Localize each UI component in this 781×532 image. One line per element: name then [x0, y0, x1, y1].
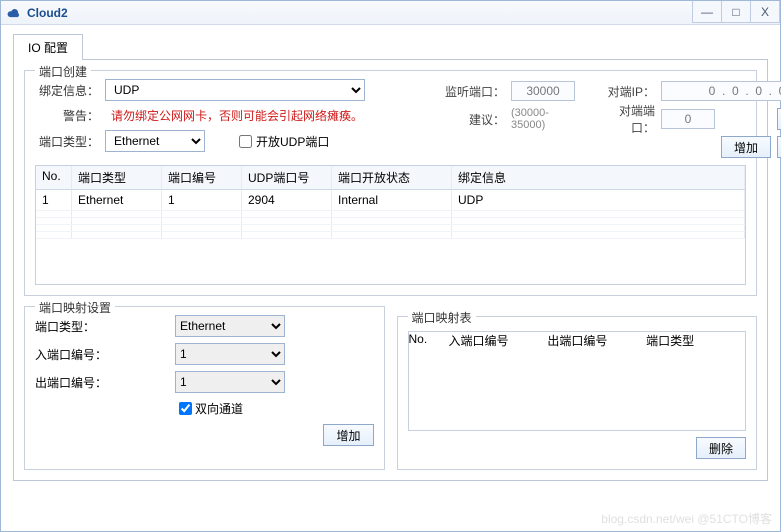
mth-out: 出端口编号 — [547, 332, 646, 349]
open-udp-checkbox[interactable] — [239, 135, 252, 148]
peer-ip-label: 对端IP： — [599, 83, 655, 100]
bidir-label: 双向通道 — [195, 400, 243, 417]
map-in-label: 入端口编号： — [35, 346, 115, 363]
cell-no: 1 — [36, 190, 72, 210]
hint-text: (30000-35000) — [511, 107, 575, 131]
tab-io-config[interactable]: IO 配置 — [13, 34, 83, 60]
th-type: 端口类型 — [72, 166, 162, 189]
port-create-group: 端口创建 绑定信息： UDP 警告： 请勿绑定公网网卡，否则可能会引起网络瘫痪。… — [24, 70, 757, 296]
map-table[interactable]: No. 入端口编号 出端口编号 端口类型 — [408, 331, 747, 431]
bind-info-label: 绑定信息： — [35, 82, 99, 99]
peer-port-input[interactable] — [661, 109, 715, 129]
th-bind: 绑定信息 — [452, 166, 745, 189]
th-udp: UDP端口号 — [242, 166, 332, 189]
tab-panel: 端口创建 绑定信息： UDP 警告： 请勿绑定公网网卡，否则可能会引起网络瘫痪。… — [13, 59, 768, 481]
map-type-select[interactable]: Ethernet — [175, 315, 285, 337]
modify-button[interactable]: 修改 — [777, 108, 781, 130]
bind-info-select[interactable]: UDP — [105, 79, 365, 101]
listen-port-label: 监听端口： — [445, 83, 505, 100]
map-table-header: No. 入端口编号 出端口编号 端口类型 — [409, 332, 746, 349]
app-icon — [7, 6, 21, 20]
window-controls: — □ X — [693, 1, 780, 23]
bidir-checkbox[interactable] — [179, 402, 192, 415]
maximize-button[interactable]: □ — [721, 1, 751, 23]
table-row[interactable]: 1 Ethernet 1 2904 Internal UDP — [36, 190, 745, 211]
port-create-legend: 端口创建 — [35, 63, 91, 80]
mth-type: 端口类型 — [646, 332, 745, 349]
open-udp-label: 开放UDP端口 — [256, 133, 329, 150]
delete-button[interactable]: 删除 — [777, 136, 781, 158]
client-area: IO 配置 端口创建 绑定信息： UDP 警告： 请勿绑定公网网卡，否则可能会引… — [1, 25, 780, 489]
window-title: Cloud2 — [27, 6, 68, 20]
cell-type: Ethernet — [72, 190, 162, 210]
cell-open: Internal — [332, 190, 452, 210]
port-table[interactable]: No. 端口类型 端口编号 UDP端口号 端口开放状态 绑定信息 1 Ether… — [35, 165, 746, 285]
map-delete-button[interactable]: 删除 — [696, 437, 746, 459]
port-type-label: 端口类型： — [35, 133, 99, 150]
minimize-button[interactable]: — — [692, 1, 722, 23]
th-no: No. — [36, 166, 72, 189]
map-in-select[interactable]: 1 — [175, 343, 285, 365]
listen-port-input[interactable] — [511, 81, 575, 101]
map-out-select[interactable]: 1 — [175, 371, 285, 393]
watermark: blog.csdn.net/wei @51CTO博客 — [601, 510, 772, 527]
warn-label: 警告： — [35, 107, 99, 124]
map-add-button[interactable]: 增加 — [323, 424, 373, 446]
map-table-legend: 端口映射表 — [408, 309, 476, 326]
mth-no: No. — [409, 332, 449, 349]
port-type-select[interactable]: Ethernet — [105, 130, 205, 152]
peer-ip-input[interactable] — [661, 81, 781, 101]
window: Cloud2 — □ X IO 配置 端口创建 绑定信息： UDP 警告： — [0, 0, 781, 532]
mth-in: 入端口编号 — [449, 332, 548, 349]
cell-udp: 2904 — [242, 190, 332, 210]
map-type-label: 端口类型： — [35, 318, 115, 335]
port-map-settings: 端口映射设置 端口类型： Ethernet 入端口编号： 1 出端口编号： 1 — [24, 306, 385, 470]
map-out-label: 出端口编号： — [35, 374, 115, 391]
port-map-table-group: 端口映射表 No. 入端口编号 出端口编号 端口类型 删除 — [397, 316, 758, 470]
cell-bind: UDP — [452, 190, 745, 210]
close-button[interactable]: X — [750, 1, 780, 23]
add-button[interactable]: 增加 — [721, 136, 771, 158]
th-open: 端口开放状态 — [332, 166, 452, 189]
cell-num: 1 — [162, 190, 242, 210]
map-settings-legend: 端口映射设置 — [35, 299, 115, 316]
hint-label: 建议： — [445, 111, 505, 128]
warn-text: 请勿绑定公网网卡，否则可能会引起网络瘫痪。 — [111, 107, 363, 124]
port-table-header: No. 端口类型 端口编号 UDP端口号 端口开放状态 绑定信息 — [36, 166, 745, 190]
th-num: 端口编号 — [162, 166, 242, 189]
titlebar: Cloud2 — □ X — [1, 1, 780, 25]
peer-port-label: 对端端口： — [599, 102, 655, 136]
